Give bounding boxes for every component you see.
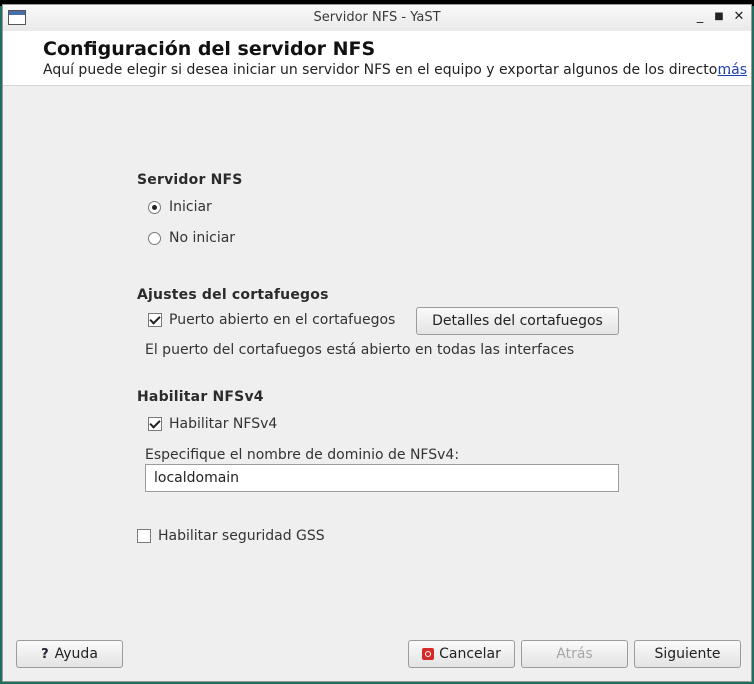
minimize-icon[interactable]: _ — [692, 9, 708, 25]
open-port-label: Puerto abierto en el cortafuegos — [169, 312, 396, 328]
firewall-status-text: El puerto del cortafuegos está abierto e… — [145, 342, 575, 358]
nfsv4-domain-input[interactable]: localdomain — [145, 464, 619, 492]
maximize-icon[interactable]: ■ — [711, 9, 727, 25]
page-description: Aquí puede elegir si desea iniciar un se… — [43, 62, 732, 78]
firewall-details-button[interactable]: Detalles del cortafuegos — [416, 307, 619, 335]
radio-no-start-indicator[interactable] — [148, 231, 161, 245]
window-title: Servidor NFS - YaST — [313, 10, 441, 25]
radio-start[interactable]: Iniciar — [148, 199, 212, 215]
enable-nfsv4-checkbox-box[interactable] — [148, 417, 162, 431]
more-link[interactable]: más — [717, 62, 747, 78]
enable-nfsv4-checkbox[interactable]: Habilitar NFSv4 — [148, 416, 277, 432]
title-bar[interactable]: Servidor NFS - YaST _ ■ ✕ — [3, 5, 751, 32]
nfsv4-section-label: Habilitar NFSv4 — [137, 389, 264, 405]
radio-no-start[interactable]: No iniciar — [148, 230, 235, 246]
radio-start-label: Iniciar — [169, 199, 212, 215]
page-header: Configuración del servidor NFS Aquí pued… — [3, 31, 751, 86]
radio-no-start-label: No iniciar — [169, 230, 236, 246]
question-icon: ? — [41, 646, 49, 662]
help-button[interactable]: ? Ayuda — [16, 640, 123, 668]
open-port-checkbox[interactable]: Puerto abierto en el cortafuegos — [148, 312, 395, 328]
radio-start-indicator[interactable] — [148, 200, 161, 214]
cancel-icon — [422, 648, 435, 660]
yast-window: Servidor NFS - YaST _ ■ ✕ Configuración … — [2, 4, 752, 682]
firewall-section-label: Ajustes del cortafuegos — [137, 287, 329, 303]
next-button[interactable]: Siguiente — [634, 640, 741, 668]
nfs-server-section-label: Servidor NFS — [137, 172, 243, 188]
gss-security-checkbox-box[interactable] — [137, 529, 151, 543]
cancel-button[interactable]: Cancelar — [408, 640, 515, 668]
gss-security-label: Habilitar seguridad GSS — [158, 528, 325, 544]
page-title: Configuración del servidor NFS — [43, 38, 376, 60]
help-button-label: Ayuda — [54, 646, 98, 662]
back-button[interactable]: Atrás — [521, 640, 628, 668]
enable-nfsv4-label: Habilitar NFSv4 — [169, 416, 278, 432]
gss-security-checkbox[interactable]: Habilitar seguridad GSS — [137, 528, 325, 544]
cancel-button-label: Cancelar — [439, 646, 501, 662]
open-port-checkbox-box[interactable] — [148, 313, 162, 327]
nfsv4-domain-label: Especifique el nombre de dominio de NFSv… — [145, 447, 460, 463]
close-icon[interactable]: ✕ — [731, 9, 747, 25]
